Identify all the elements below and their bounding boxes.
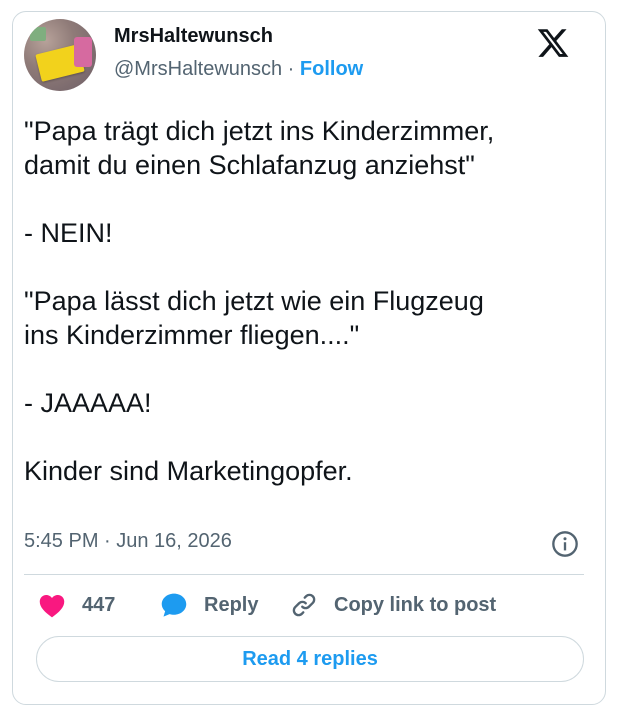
handle-separator: · — [282, 58, 300, 80]
link-icon — [292, 593, 316, 617]
info-icon[interactable] — [551, 530, 579, 558]
author-handle[interactable]: @MrsHaltewunsch — [114, 58, 282, 80]
tweet-paragraph: - NEIN! — [24, 218, 113, 248]
author-display-name[interactable]: MrsHaltewunsch — [114, 25, 273, 48]
follow-button[interactable]: Follow — [300, 58, 363, 80]
copy-link-button[interactable]: Copy link to post — [290, 590, 496, 620]
tweet-paragraph: "Papa lässt dich jetzt wie ein Flugzeug i… — [24, 286, 484, 350]
tweet-paragraph: - JAAAAA! — [24, 388, 152, 418]
tweet-timestamp[interactable]: 5:45 PM · Jun 16, 2026 — [24, 530, 232, 553]
reply-button[interactable]: Reply — [160, 590, 258, 620]
x-logo-icon[interactable] — [536, 26, 570, 60]
tweet-body: "Papa trägt dich jetzt ins Kinderzimmer,… — [24, 114, 584, 522]
copy-link-label: Copy link to post — [334, 593, 497, 616]
reply-label: Reply — [204, 593, 259, 616]
avatar-decor — [74, 37, 92, 67]
read-replies-button[interactable]: Read 4 replies — [36, 636, 584, 682]
avatar[interactable] — [24, 19, 96, 91]
heart-icon — [39, 594, 65, 618]
divider — [24, 574, 584, 575]
avatar-decor — [30, 27, 46, 41]
author-handle-row: @MrsHaltewunsch · Follow — [114, 58, 363, 81]
tweet-paragraph: Kinder sind Marketingopfer. — [24, 456, 353, 486]
reply-bubble-icon — [161, 593, 187, 617]
like-button[interactable]: 447 — [38, 590, 115, 620]
like-count: 447 — [82, 593, 116, 616]
tweet-paragraph: "Papa trägt dich jetzt ins Kinderzimmer,… — [24, 116, 495, 180]
